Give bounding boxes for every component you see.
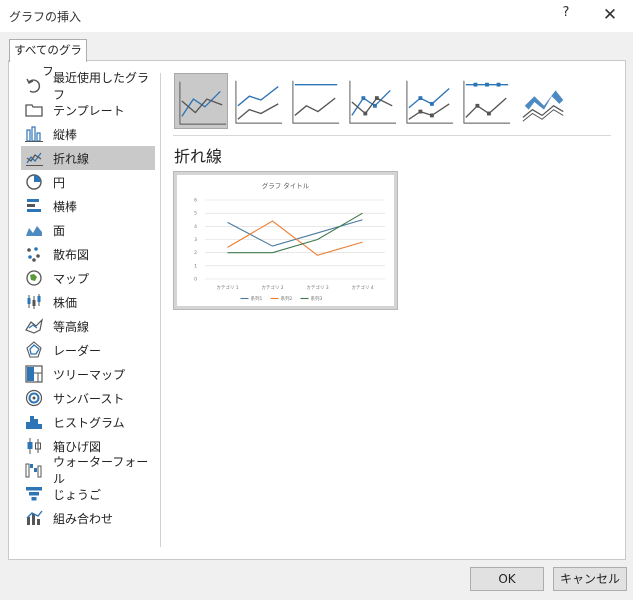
y-tick-label: 0 bbox=[194, 277, 197, 283]
sidebar-item[interactable]: 円 bbox=[21, 170, 155, 194]
sidebar-item-label: 箱ひげ図 bbox=[53, 439, 102, 454]
sidebar-item-label: 等高線 bbox=[53, 319, 90, 334]
preview-chart-title: グラフ タイトル bbox=[262, 181, 310, 190]
sidebar-item[interactable]: レーダー bbox=[21, 338, 155, 362]
recent-icon bbox=[24, 76, 44, 96]
y-tick-label: 4 bbox=[194, 224, 197, 230]
series-line bbox=[227, 219, 363, 247]
sidebar-item-label: 散布図 bbox=[53, 247, 90, 262]
sidebar-item[interactable]: 等高線 bbox=[21, 314, 155, 338]
x-tick-label: カテゴリ 2 bbox=[261, 284, 283, 291]
subtype-thumbnail-icon bbox=[292, 80, 340, 124]
combo-chart-icon bbox=[24, 508, 44, 528]
box-whisker-chart-icon bbox=[24, 436, 44, 456]
column-chart-icon bbox=[24, 124, 44, 144]
sidebar-item[interactable]: 横棒 bbox=[21, 194, 155, 218]
subtype-thumbnail-icon bbox=[406, 80, 454, 124]
sidebar-item-label: じょうご bbox=[53, 487, 102, 502]
ok-button[interactable]: OK bbox=[470, 567, 544, 591]
pie-chart-icon bbox=[24, 172, 44, 192]
preview-chart: グラフ タイトル 0 1 2 3 4 5 6 カテゴリ 1 カテゴリ 2 カテゴリ 3 カテゴリ 4… bbox=[194, 181, 385, 302]
subtype-thumbnail-icon bbox=[235, 80, 283, 124]
x-tick-label: カテゴリ 1 bbox=[216, 284, 238, 291]
chart-category-list: 最近使用したグラフ テンプレート 縦棒折れ線円横棒面散布図マップ株価等高線レーダーツ… bbox=[21, 71, 155, 530]
y-tick-label: 3 bbox=[194, 237, 197, 243]
y-tick-label: 6 bbox=[194, 198, 197, 204]
y-tick-label: 2 bbox=[194, 250, 197, 256]
sidebar-item[interactable]: テンプレート bbox=[21, 98, 155, 122]
sidebar-item-label: サンバースト bbox=[53, 391, 125, 406]
cancel-button[interactable]: キャンセル bbox=[553, 567, 627, 591]
subtype-3d-line[interactable] bbox=[516, 73, 570, 129]
sidebar-item-label: ヒストグラム bbox=[53, 415, 125, 430]
waterfall-chart-icon bbox=[24, 460, 44, 480]
stock-chart-icon bbox=[24, 292, 44, 312]
sidebar-item[interactable]: 株価 bbox=[21, 290, 155, 314]
sidebar-item[interactable]: ヒストグラム bbox=[21, 410, 155, 434]
sidebar-item[interactable]: 面 bbox=[21, 218, 155, 242]
subtype-stacked-line-with-markers[interactable] bbox=[402, 73, 456, 129]
vertical-divider bbox=[160, 73, 161, 547]
subtype-100-stacked-line[interactable] bbox=[288, 73, 342, 129]
legend-label: 系列2 bbox=[281, 295, 293, 302]
sidebar-item[interactable]: 縦棒 bbox=[21, 122, 155, 146]
funnel-chart-icon bbox=[24, 484, 44, 504]
line-chart-icon bbox=[24, 148, 44, 168]
sidebar-item-label: テンプレート bbox=[53, 103, 125, 118]
close-icon[interactable]: ✕ bbox=[601, 5, 619, 25]
sidebar-item-label: 縦棒 bbox=[53, 127, 78, 142]
sidebar-item-label: 面 bbox=[53, 223, 66, 238]
subtype-100-stacked-line-with-markers[interactable] bbox=[459, 73, 513, 129]
sidebar-item-label: 組み合わせ bbox=[53, 511, 114, 526]
y-tick-label: 5 bbox=[194, 211, 197, 217]
sidebar-item[interactable]: じょうご bbox=[21, 482, 155, 506]
sidebar-item[interactable]: サンバースト bbox=[21, 386, 155, 410]
subtype-thumbnail-icon bbox=[349, 80, 397, 124]
sidebar-item[interactable]: 折れ線 bbox=[21, 146, 155, 170]
tab-all-charts[interactable]: すべてのグラフ bbox=[9, 39, 87, 78]
title-bar: グラフの挿入 ? ✕ bbox=[0, 0, 633, 32]
chart-panel: 最近使用したグラフ テンプレート 縦棒折れ線円横棒面散布図マップ株価等高線レーダーツ… bbox=[8, 60, 626, 560]
sidebar-item-label: レーダー bbox=[53, 343, 102, 358]
folder-icon bbox=[24, 100, 44, 120]
x-tick-label: カテゴリ 3 bbox=[306, 284, 328, 291]
legend-label: 系列3 bbox=[311, 295, 323, 302]
sunburst-chart-icon bbox=[24, 388, 44, 408]
selected-chart-title: 折れ線 bbox=[174, 147, 223, 166]
histogram-chart-icon bbox=[24, 412, 44, 432]
radar-chart-icon bbox=[24, 340, 44, 360]
sidebar-item-label: 円 bbox=[53, 175, 66, 190]
treemap-chart-icon bbox=[24, 364, 44, 384]
sidebar-item-label: 株価 bbox=[53, 295, 78, 310]
subtype-stacked-line[interactable] bbox=[231, 73, 285, 129]
legend-label: 系列1 bbox=[251, 295, 263, 302]
subtype-thumbnail-icon bbox=[463, 80, 511, 124]
y-tick-label: 1 bbox=[194, 263, 197, 269]
help-icon[interactable]: ? bbox=[558, 5, 574, 23]
sidebar-item-label: マップ bbox=[53, 271, 90, 286]
surface-chart-icon bbox=[24, 316, 44, 336]
horizontal-divider bbox=[173, 135, 611, 136]
sidebar-item-label: 横棒 bbox=[53, 199, 78, 214]
subtype-thumbnail-icon bbox=[179, 81, 227, 125]
sidebar-item[interactable]: ツリーマップ bbox=[21, 362, 155, 386]
chart-preview[interactable]: グラフ タイトル 0 1 2 3 4 5 6 カテゴリ 1 カテゴリ 2 カテゴリ 3 カテゴリ 4… bbox=[173, 171, 398, 310]
subtype-thumbnail-icon bbox=[522, 90, 564, 122]
sidebar-item-label: ツリーマップ bbox=[53, 367, 126, 382]
map-chart-icon bbox=[24, 268, 44, 288]
subtype-line[interactable] bbox=[174, 73, 228, 129]
scatter-chart-icon bbox=[24, 244, 44, 264]
sidebar-item[interactable]: 散布図 bbox=[21, 242, 155, 266]
sidebar-item[interactable]: マップ bbox=[21, 266, 155, 290]
sidebar-item-label: 折れ線 bbox=[53, 151, 90, 166]
sidebar-item[interactable]: 組み合わせ bbox=[21, 506, 155, 530]
area-chart-icon bbox=[24, 220, 44, 240]
dialog-title: グラフの挿入 bbox=[9, 10, 82, 24]
subtype-line-with-markers[interactable] bbox=[345, 73, 399, 129]
sidebar-item[interactable]: ウォーターフォール bbox=[21, 455, 155, 486]
bar-chart-icon bbox=[24, 196, 44, 216]
sidebar-item[interactable]: 最近使用したグラフ bbox=[21, 71, 155, 102]
x-tick-label: カテゴリ 4 bbox=[351, 284, 373, 291]
